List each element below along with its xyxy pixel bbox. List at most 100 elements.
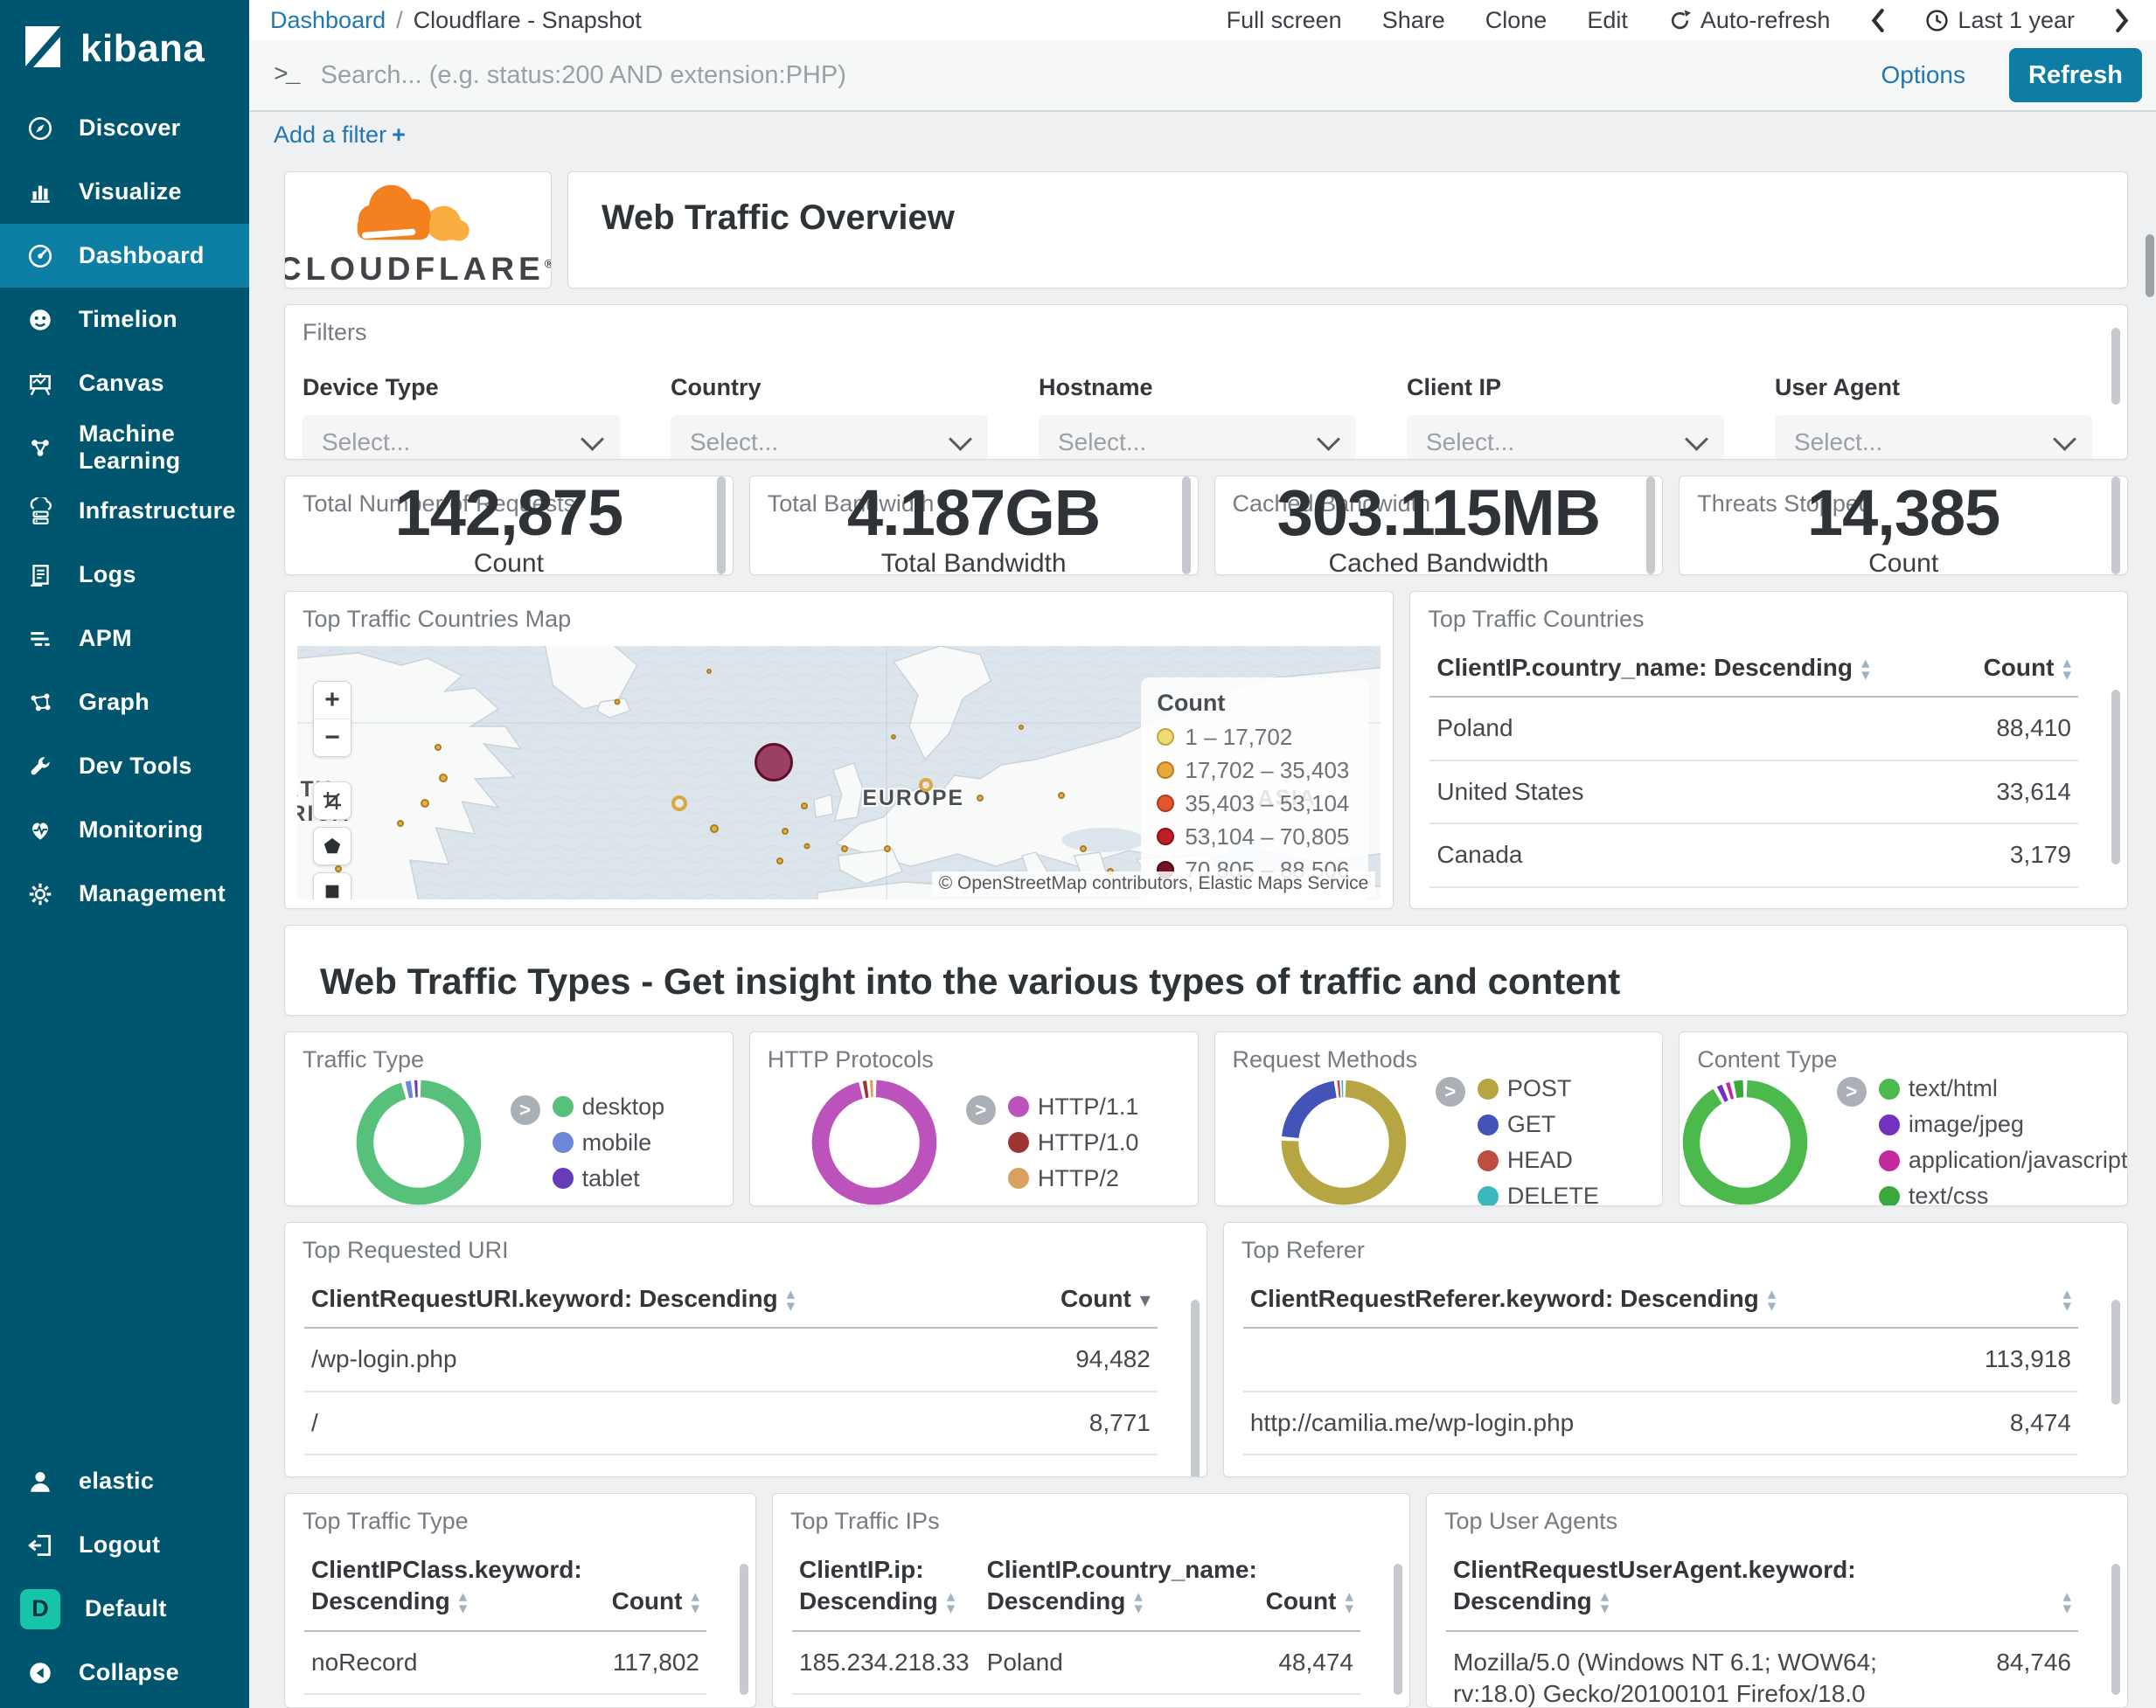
map-zoom-out-button[interactable]: − xyxy=(314,718,351,756)
add-filter-button[interactable]: Add a filter + xyxy=(274,122,406,149)
panel-scrollbar[interactable] xyxy=(2111,1300,2120,1405)
legend-item[interactable]: tablet xyxy=(552,1165,665,1192)
table-row[interactable]: http://camilia.me/wp-login.php 8,474 xyxy=(1242,1391,2078,1456)
map-bubble[interactable] xyxy=(439,773,449,782)
legend-item[interactable]: HTTP/2 xyxy=(1007,1165,1139,1192)
map-bubble[interactable] xyxy=(710,823,720,833)
legend-item[interactable]: HEAD xyxy=(1477,1147,1599,1174)
legend-expand-icon[interactable]: > xyxy=(1435,1077,1465,1107)
sort-icon[interactable]: ▴ ▾ xyxy=(1134,1588,1143,1617)
map-bubble[interactable] xyxy=(803,843,810,850)
map-bubble[interactable] xyxy=(884,844,892,852)
sort-icon[interactable]: ▴ ▾ xyxy=(1861,655,1870,684)
table-row[interactable]: /wp-login.php 94,482 xyxy=(304,1328,1158,1392)
column-header[interactable]: Count ▴ ▾ xyxy=(1209,1540,1360,1632)
sort-icon[interactable]: ▾ xyxy=(1140,1289,1151,1311)
table-row[interactable]: Canada 3,179 xyxy=(1429,823,2078,888)
sort-icon[interactable]: ▴ ▾ xyxy=(2062,655,2071,684)
kibana-logo[interactable]: kibana xyxy=(0,0,249,96)
map-bubble[interactable] xyxy=(1018,724,1024,730)
map-bubble-large[interactable] xyxy=(755,743,794,782)
sidebar-item-discover[interactable]: Discover xyxy=(0,96,249,160)
panel-scrollbar[interactable] xyxy=(1190,1300,1200,1476)
table-row[interactable]: United States 33,614 xyxy=(1429,760,2078,825)
sort-icon[interactable]: ▴ ▾ xyxy=(1768,1286,1777,1315)
time-back-button[interactable] xyxy=(1870,8,1885,32)
sort-icon[interactable]: ▴ ▾ xyxy=(1345,1588,1353,1617)
column-header[interactable]: ClientRequestUserAgent.keyword: Descendi… xyxy=(1446,1540,1951,1632)
user-agent-select[interactable]: Select... xyxy=(1775,415,2092,459)
panel-scrollbar[interactable] xyxy=(1181,476,1191,574)
panel-scrollbar[interactable] xyxy=(2111,328,2120,405)
hostname-select[interactable]: Select... xyxy=(1039,415,1356,459)
map-bubble[interactable] xyxy=(918,778,933,793)
donut-segment-text/html[interactable] xyxy=(1682,1080,1807,1205)
column-header[interactable]: ClientIP.country_name: Descending ▴ ▾ xyxy=(979,1540,1257,1632)
column-header[interactable]: ClientIP.country_name: Descending ▴ ▾ xyxy=(1429,637,1891,698)
table-row[interactable]: noRecord 117,802 xyxy=(304,1630,706,1696)
sidebar-item-logs[interactable]: Logs xyxy=(0,543,249,607)
donut-segment-text/css[interactable] xyxy=(1733,1080,1744,1099)
table-row[interactable]: Poland 88,410 xyxy=(1429,697,2078,761)
column-header[interactable]: ClientIP.ip: Descending ▴ ▾ xyxy=(792,1540,980,1632)
column-header[interactable]: ClientRequestURI.keyword: Descending ▴ ▾ xyxy=(304,1269,938,1330)
sidebar-logout[interactable]: Logout xyxy=(0,1513,249,1577)
sidebar-item-graph[interactable]: Graph xyxy=(0,670,249,734)
sidebar-item-dev-tools[interactable]: Dev Tools xyxy=(0,734,249,798)
sort-icon[interactable]: ▴ ▾ xyxy=(2062,1286,2071,1315)
column-header[interactable]: ClientRequestReferer.keyword: Descending… xyxy=(1242,1269,1903,1330)
sort-icon[interactable]: ▴ ▾ xyxy=(691,1588,699,1617)
sort-icon[interactable]: ▴ ▾ xyxy=(459,1588,468,1617)
map-rect-select-button[interactable] xyxy=(313,871,351,899)
map-bubble[interactable] xyxy=(976,794,984,802)
map-bubble[interactable] xyxy=(435,743,442,751)
panel-scrollbar[interactable] xyxy=(716,476,726,574)
sidebar-item-canvas[interactable]: Canvas xyxy=(0,351,249,415)
full-screen-button[interactable]: Full screen xyxy=(1227,7,1342,34)
map-bubble[interactable] xyxy=(396,819,404,827)
clone-button[interactable]: Clone xyxy=(1485,7,1547,34)
legend-item[interactable]: mobile xyxy=(552,1129,665,1156)
request-methods-donut-chart[interactable] xyxy=(1278,1077,1409,1205)
panel-scrollbar[interactable] xyxy=(1394,1564,1402,1695)
country-select[interactable]: Select... xyxy=(671,415,988,459)
table-row[interactable]: United Kingdom3,093 xyxy=(1429,886,2078,908)
refresh-button[interactable]: Refresh xyxy=(2009,48,2142,102)
search-input[interactable] xyxy=(318,59,1860,91)
donut-segment-image/jpeg[interactable] xyxy=(1716,1084,1728,1102)
legend-item[interactable]: HTTP/1.1 xyxy=(1007,1094,1138,1121)
table-row[interactable]: Mozilla/5.0 (Windows NT 6.1; WOW64; rv:1… xyxy=(1446,1630,2078,1707)
donut-segment-application/javascript[interactable] xyxy=(1725,1081,1735,1100)
sidebar-collapse[interactable]: Collapse xyxy=(0,1641,249,1705)
donut-segment-HTTP/1.0[interactable] xyxy=(862,1080,869,1099)
donut-segment-desktop[interactable] xyxy=(356,1080,481,1205)
table-row[interactable]: 185.234.218.33 Poland 48,474 xyxy=(792,1630,1360,1696)
page-scrollbar[interactable] xyxy=(2146,234,2154,297)
map-bubble[interactable] xyxy=(781,827,789,835)
sidebar-item-management[interactable]: Management xyxy=(0,862,249,926)
auto-refresh-button[interactable]: Auto-refresh xyxy=(1668,7,1830,34)
donut-segment-HTTP/1.1[interactable] xyxy=(811,1080,937,1205)
sort-icon[interactable]: ▴ ▾ xyxy=(787,1286,796,1315)
options-button[interactable]: Options xyxy=(1881,61,1966,89)
map-zoom-in-button[interactable]: + xyxy=(314,681,351,719)
time-forward-button[interactable] xyxy=(2115,8,2130,32)
edit-button[interactable]: Edit xyxy=(1587,7,1628,34)
donut-segment-GET[interactable] xyxy=(1281,1080,1337,1139)
time-picker-button[interactable]: Last 1 year xyxy=(1925,7,2075,34)
table-row[interactable]: 113,918 xyxy=(1242,1328,2078,1392)
map-bubble[interactable] xyxy=(775,857,783,865)
sidebar-item-timelion[interactable]: Timelion xyxy=(0,288,249,351)
column-header[interactable]: Count ▾ xyxy=(937,1269,1158,1330)
map-bubble[interactable] xyxy=(671,795,688,811)
panel-scrollbar[interactable] xyxy=(2111,689,2120,864)
sidebar-item-apm[interactable]: APM xyxy=(0,607,249,670)
donut-segment-mobile[interactable] xyxy=(405,1080,414,1099)
breadcrumb-dashboard-link[interactable]: Dashboard xyxy=(270,7,386,34)
legend-item[interactable]: POST xyxy=(1477,1075,1599,1102)
sidebar-item-dashboard[interactable]: Dashboard xyxy=(0,224,249,288)
legend-item[interactable]: image/jpeg xyxy=(1878,1111,2127,1138)
sort-icon[interactable]: ▴ ▾ xyxy=(1601,1588,1610,1617)
http-protocols-donut-chart[interactable] xyxy=(809,1077,940,1205)
legend-expand-icon[interactable]: > xyxy=(965,1094,996,1125)
